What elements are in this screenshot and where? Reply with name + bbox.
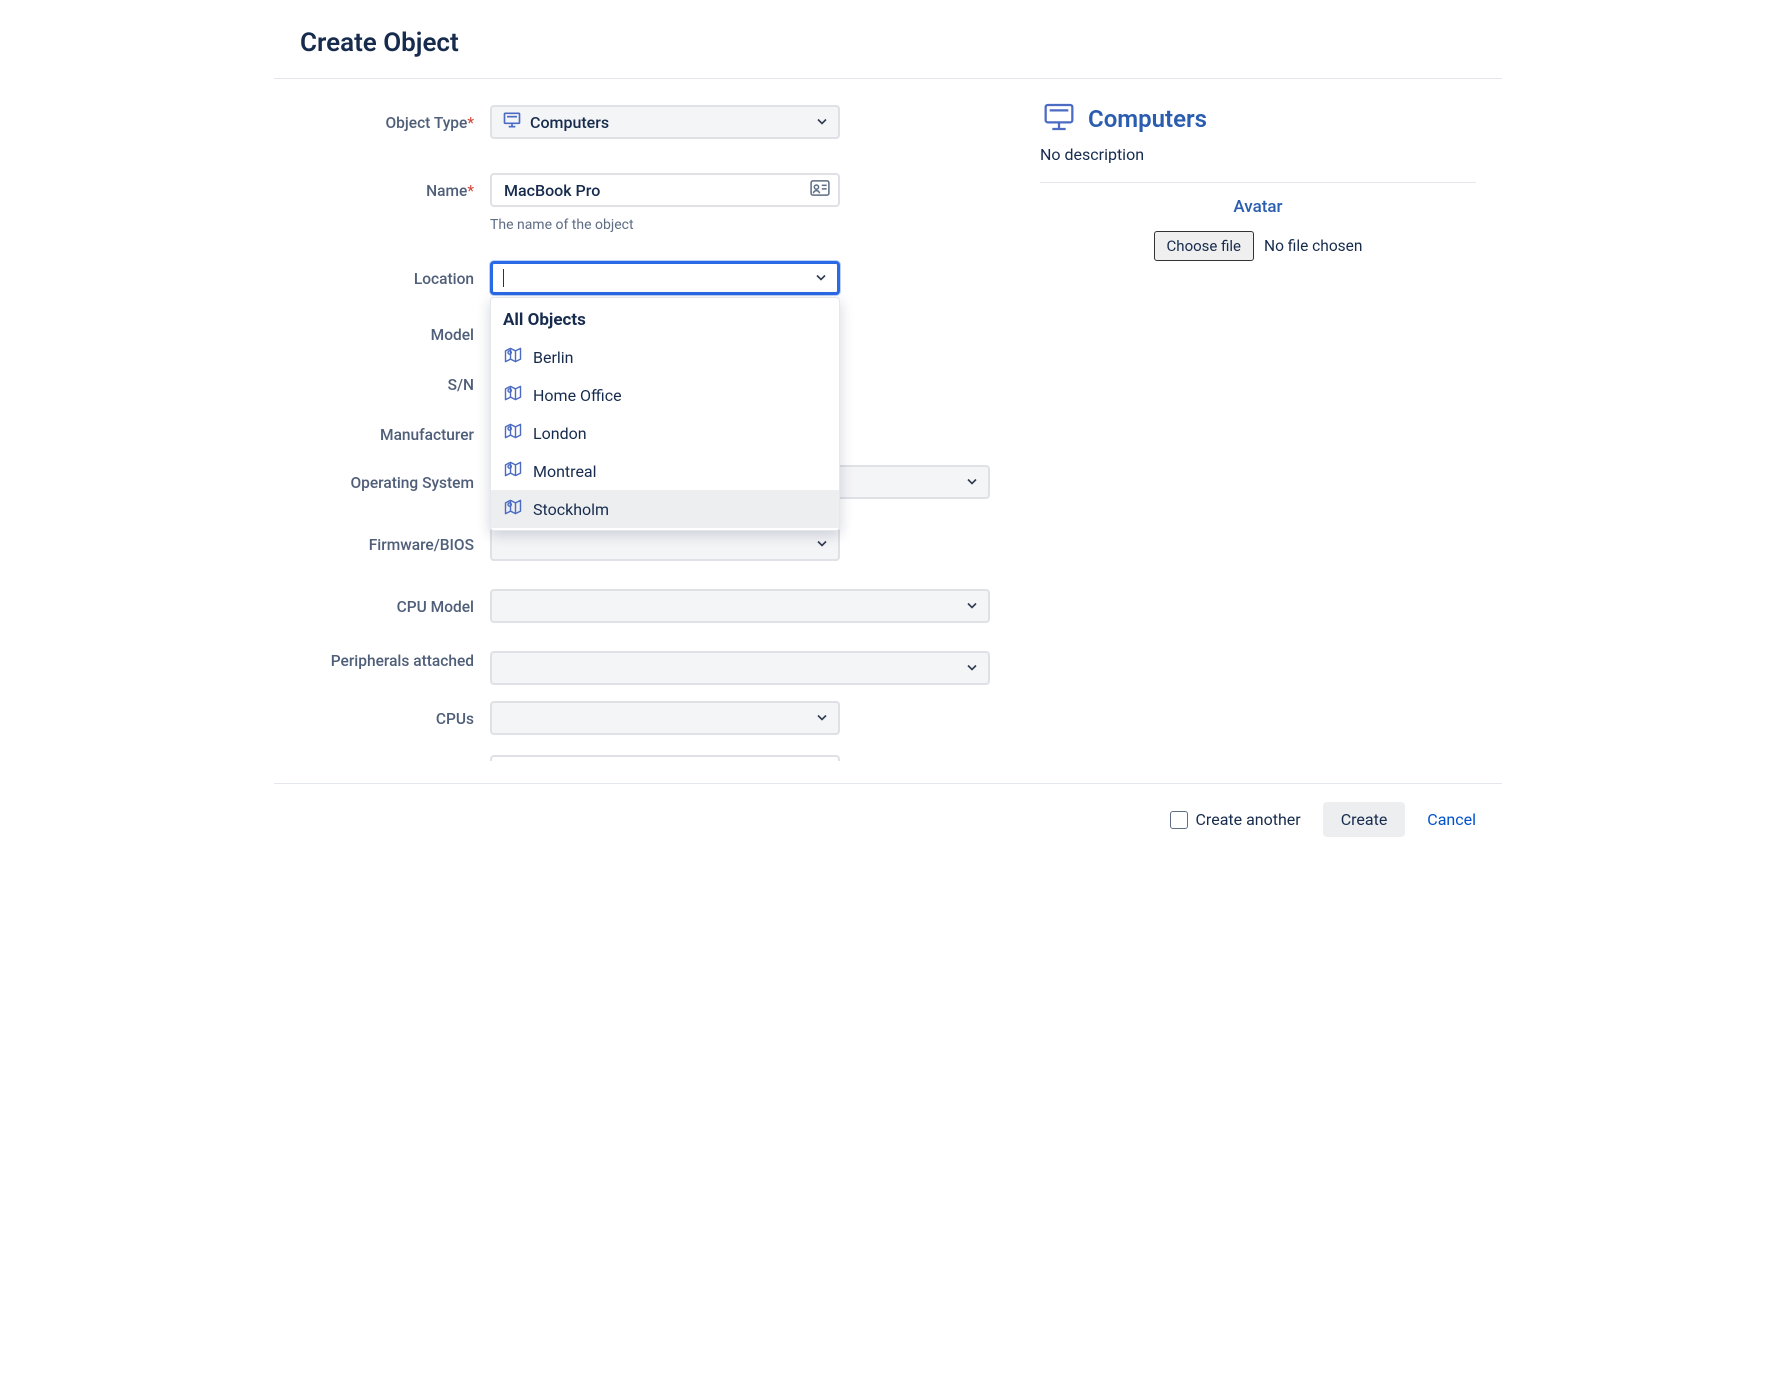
label-manufacturer: Manufacturer — [300, 413, 490, 445]
location-option-label: Montreal — [533, 462, 597, 481]
cutoff-input[interactable] — [490, 755, 840, 761]
dialog-header: Create Object — [274, 0, 1502, 78]
chevron-down-icon — [816, 535, 828, 554]
no-file-chosen: No file chosen — [1264, 237, 1362, 255]
label-name: Name* — [300, 169, 490, 201]
computer-icon — [502, 110, 522, 134]
chevron-down-icon — [966, 597, 978, 616]
label-object-type: Object Type* — [300, 101, 490, 133]
chevron-down-icon — [816, 113, 828, 132]
dialog-title: Create Object — [300, 28, 1502, 58]
label-peripherals: Peripherals attached — [300, 647, 490, 671]
map-pin-icon — [503, 383, 523, 407]
cpu-model-select[interactable] — [490, 589, 990, 623]
name-hint: The name of the object — [490, 217, 1014, 233]
sidebar-description: No description — [1040, 145, 1476, 164]
map-pin-icon — [503, 459, 523, 483]
create-another-checkbox[interactable]: Create another — [1170, 810, 1301, 829]
choose-file-button[interactable]: Choose file — [1154, 231, 1254, 261]
checkbox-box[interactable] — [1170, 811, 1188, 829]
location-dropdown: All Objects Berlin Home Office London Montr… — [490, 297, 840, 531]
sidebar-divider — [1040, 182, 1476, 183]
label-location: Location — [300, 257, 490, 289]
location-option-label: Berlin — [533, 348, 574, 367]
create-button[interactable]: Create — [1323, 802, 1406, 837]
dropdown-heading: All Objects — [491, 304, 839, 338]
location-option[interactable]: Berlin — [491, 338, 839, 376]
location-option-label: London — [533, 424, 587, 443]
chevron-down-icon — [816, 709, 828, 728]
label-sn: S/N — [300, 363, 490, 395]
label-cpu-model: CPU Model — [300, 585, 490, 617]
chevron-down-icon — [966, 473, 978, 492]
computer-icon — [1040, 101, 1078, 137]
cpus-select[interactable] — [490, 701, 840, 735]
label-os: Operating System — [300, 461, 490, 493]
text-cursor — [503, 269, 504, 287]
sidebar: Computers No description Avatar Choose f… — [1014, 101, 1502, 771]
map-pin-icon — [503, 421, 523, 445]
chevron-down-icon — [966, 659, 978, 678]
object-type-value: Computers — [530, 113, 609, 132]
avatar-label: Avatar — [1040, 197, 1476, 217]
location-option-label: Home Office — [533, 386, 622, 405]
location-select[interactable] — [490, 261, 840, 295]
name-field[interactable] — [502, 180, 800, 201]
map-pin-icon — [503, 497, 523, 521]
location-option[interactable]: Stockholm — [491, 490, 839, 528]
object-type-select[interactable]: Computers — [490, 105, 840, 139]
label-model: Model — [300, 313, 490, 345]
map-pin-icon — [503, 345, 523, 369]
location-option-label: Stockholm — [533, 500, 609, 519]
label-cpus: CPUs — [300, 697, 490, 729]
firmware-select[interactable] — [490, 527, 840, 561]
label-firmware: Firmware/BIOS — [300, 523, 490, 555]
vcard-icon — [810, 180, 830, 200]
footer-bar: Create another Create Cancel — [274, 783, 1502, 855]
peripherals-select[interactable] — [490, 651, 990, 685]
name-input[interactable] — [490, 173, 840, 207]
location-option[interactable]: London — [491, 414, 839, 452]
location-option[interactable]: Montreal — [491, 452, 839, 490]
cancel-link[interactable]: Cancel — [1427, 810, 1476, 829]
form-column: Object Type* Computers — [274, 101, 1014, 771]
location-option[interactable]: Home Office — [491, 376, 839, 414]
sidebar-title: Computers — [1088, 105, 1207, 133]
chevron-down-icon — [815, 269, 827, 288]
create-another-label: Create another — [1196, 810, 1301, 829]
